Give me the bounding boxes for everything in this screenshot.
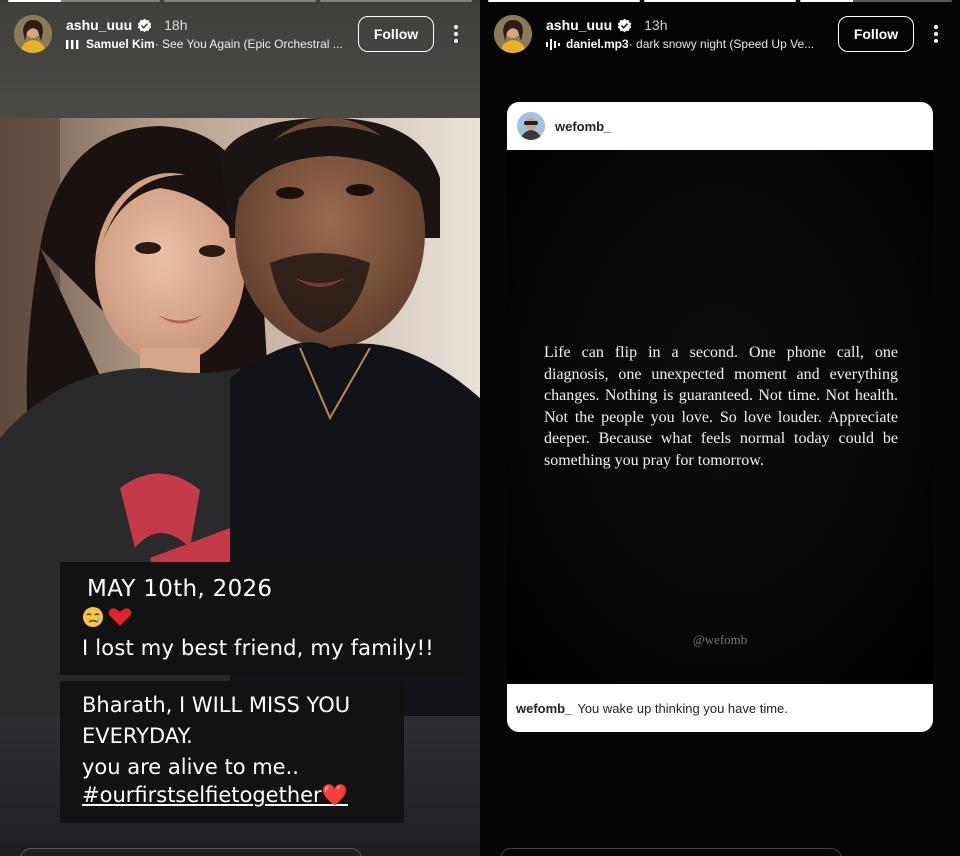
- verified-badge-icon: [137, 18, 152, 32]
- footer-username[interactable]: wefomb_: [516, 701, 572, 716]
- story-meta: ashu_uuu 18h Samuel Kim · See You Again …: [66, 17, 348, 51]
- avatar[interactable]: [14, 15, 52, 53]
- music-song: · dark snowy night (Speed Up Ve...: [628, 37, 815, 51]
- music-song: · See You Again (Epic Orchestral ...: [154, 37, 343, 51]
- story-meta: ashu_uuu 13h daniel.mp3 · dark snowy nig…: [546, 17, 828, 51]
- verified-badge-icon: [617, 18, 632, 32]
- progress-segment: [644, 0, 796, 2]
- card-footer[interactable]: wefomb_ You wake up thinking you have ti…: [507, 684, 933, 732]
- caption-line: you are alive to me..: [82, 755, 299, 779]
- follow-button[interactable]: Follow: [838, 16, 914, 52]
- caption-text: I lost my best friend, my family!!: [82, 636, 434, 660]
- story-progress-bar: [488, 0, 952, 3]
- music-artist: Samuel Kim: [86, 37, 155, 51]
- card-image: Life can flip in a second. One phone cal…: [507, 150, 933, 684]
- avatar[interactable]: [494, 15, 532, 53]
- footer-caption: You wake up thinking you have time.: [577, 700, 788, 716]
- music-info[interactable]: daniel.mp3 · dark snowy night (Speed Up …: [546, 37, 828, 51]
- caption-line: EVERYDAY.: [82, 724, 193, 748]
- story-progress-bar: [8, 0, 472, 3]
- progress-segment: [800, 0, 952, 2]
- progress-segment: [164, 0, 316, 2]
- music-wave-icon: [546, 38, 560, 50]
- card-header[interactable]: wefomb_: [507, 102, 933, 150]
- crying-heart-emoji-icon: [82, 606, 134, 628]
- music-info[interactable]: Samuel Kim · See You Again (Epic Orchest…: [66, 37, 348, 51]
- hashtag-link[interactable]: #ourfirstselfietogether❤️: [82, 783, 348, 808]
- more-vertical-icon[interactable]: [446, 19, 466, 49]
- caption-line: Bharath, I WILL MISS YOU: [82, 693, 351, 717]
- story-header: ashu_uuu 13h daniel.mp3 · dark snowy nig…: [494, 12, 946, 56]
- post-avatar: [517, 112, 545, 140]
- music-artist: daniel.mp3: [566, 37, 629, 51]
- shared-post-card[interactable]: wefomb_ Life can flip in a second. One p…: [507, 102, 933, 732]
- follow-button[interactable]: Follow: [358, 16, 434, 52]
- more-vertical-icon[interactable]: [926, 19, 946, 49]
- post-time: 18h: [164, 17, 188, 33]
- caption-date: MAY 10th, 2026: [87, 576, 273, 602]
- progress-segment: [488, 0, 640, 2]
- caption-box-tribute: Bharath, I WILL MISS YOU EVERYDAY. you a…: [60, 681, 404, 823]
- progress-segment: [320, 0, 472, 2]
- caption-box-memorial: MAY 10th, 2026 I lost my best friend, my…: [60, 562, 466, 675]
- story-right[interactable]: ashu_uuu 13h daniel.mp3 · dark snowy nig…: [480, 0, 960, 856]
- username[interactable]: ashu_uuu: [546, 17, 612, 33]
- music-bars-icon: [66, 39, 79, 49]
- story-left[interactable]: ashu_uuu 18h Samuel Kim · See You Again …: [0, 0, 480, 856]
- post-username[interactable]: wefomb_: [555, 119, 611, 134]
- watermark: @wefomb: [692, 632, 748, 647]
- post-time: 13h: [644, 17, 668, 33]
- progress-segment: [8, 0, 160, 2]
- reply-bar[interactable]: [20, 848, 362, 856]
- story-header: ashu_uuu 18h Samuel Kim · See You Again …: [14, 12, 466, 56]
- username[interactable]: ashu_uuu: [66, 17, 132, 33]
- quote-text: Life can flip in a second. One phone cal…: [544, 344, 898, 469]
- reply-bar[interactable]: [500, 848, 842, 856]
